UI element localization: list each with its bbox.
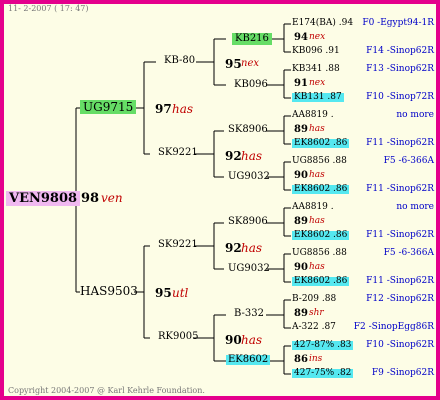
gen2-upper-sire[interactable]: KB-80 [164,56,195,66]
gen4-num-7: 86 [294,354,308,365]
gen3-a-num: 95 [225,57,242,71]
gen4-tag-1: nex [309,78,326,88]
gen3-b-sire[interactable]: SK8906 [228,125,268,135]
gen4-tag-7: ins [309,354,323,364]
gen4-num-4: 89 [294,216,308,227]
gen3-d-dam[interactable]: EK8602 [226,355,271,365]
gen4-dam-ref-1: F10 -Sinop72R [366,92,434,102]
gen4-sire-6[interactable]: B-209 .88 [292,295,336,304]
root-num: 98 [81,191,100,206]
pedigree-frame: 11- 2-2007 ( 17: 47) VEN9808 98 ven UG97… [0,0,440,400]
gen4-dam-ref-3: F11 -Sinop62R [366,184,434,194]
root-name[interactable]: VEN9808 [6,191,81,206]
gen2-lower-sire[interactable]: SK9221 [158,240,198,250]
gen3-b-dam[interactable]: UG9032 [228,172,270,182]
gen3-a-dam[interactable]: KB096 [234,80,268,90]
dam-name[interactable]: HAS9503 [80,285,138,297]
gen4-num-2: 89 [294,124,308,135]
gen4-dam-6[interactable]: A-322 .87 [292,323,336,332]
print-date: 11- 2-2007 ( 17: 47) [8,4,89,13]
gen3-b-num: 92 [225,149,242,163]
gen4-dam-0[interactable]: KB096 .91 [292,47,340,56]
gen3-d-tag: has [241,333,263,347]
gen4-dam-7[interactable]: 427-75% .82 [292,369,354,378]
gen4-sire-1[interactable]: KB341 .88 [292,65,340,74]
gen4-sire-ref-2: no more [396,110,434,120]
gen4-sire-7[interactable]: 427-87% .83 [292,341,354,350]
gen4-sire-ref-7: F10 -Sinop62R [366,340,434,350]
gen3-c-dam[interactable]: UG9032 [228,264,270,274]
gen3-c-tag: has [241,241,263,255]
gen4-sire-0[interactable]: E174(BA) .94 [292,19,353,28]
gen4-sire-2[interactable]: AA8819 . [292,111,334,120]
gen3-a-sire[interactable]: KB216 [232,33,272,45]
gen4-sire-ref-0: F0 -Egypt94-1R [362,18,434,28]
gen4-tag-4: has [309,216,325,226]
gen4-dam-2[interactable]: EK8602 .86 [292,139,350,148]
gen4-dam-1[interactable]: KB131 .87 [292,93,344,102]
gen2-lower-dam[interactable]: RK9005 [158,332,198,342]
gen4-tag-5: has [309,262,325,272]
gen4-sire-3[interactable]: UG8856 .88 [292,157,347,166]
gen4-sire-ref-4: no more [396,202,434,212]
gen4-num-6: 89 [294,308,308,319]
root-tag: ven [101,191,123,205]
gen2-upper-dam[interactable]: SK9221 [158,148,198,158]
gen2-upper-tag: has [172,102,194,116]
gen4-dam-ref-2: F11 -Sinop62R [366,138,434,148]
gen4-sire-5[interactable]: UG8856 .88 [292,249,347,258]
gen4-tag-0: nex [309,32,326,42]
gen4-num-1: 91 [294,78,308,89]
gen4-tag-2: has [309,124,325,134]
gen4-num-5: 90 [294,262,308,273]
gen4-dam-ref-7: F9 -Sinop62R [371,368,434,378]
tree-connectors [66,23,291,375]
gen4-dam-4[interactable]: EK8602 .86 [292,231,350,240]
gen2-lower-num: 95 [155,286,172,300]
gen3-d-num: 90 [225,333,242,347]
gen4-dam-ref-6: F2 -SinopEgg86R [353,322,434,332]
gen4-sire-ref-1: F13 -Sinop62R [366,64,434,74]
gen3-c-num: 92 [225,241,242,255]
gen4-dam-ref-0: F14 -Sinop62R [366,46,434,56]
gen3-c-sire[interactable]: SK8906 [228,217,268,227]
gen4-dam-3[interactable]: EK8602 .86 [292,185,350,194]
gen4-sire-4[interactable]: AA8819 . [292,203,334,212]
gen4-num-0: 94 [294,32,308,43]
gen2-upper-num: 97 [155,102,172,116]
sire-name[interactable]: UG9715 [80,100,137,114]
gen4-sire-ref-6: F12 -Sinop62R [366,294,434,304]
gen4-sire-ref-3: F5 -6-366A [383,156,434,166]
gen4-dam-5[interactable]: EK8602 .86 [292,277,350,286]
gen2-lower-tag: utl [172,286,189,300]
gen3-a-tag: nex [241,58,259,69]
gen4-tag-3: has [309,170,325,180]
gen4-sire-ref-5: F5 -6-366A [383,248,434,258]
gen3-d-sire[interactable]: B-332 [234,309,264,319]
gen4-tag-6: shr [309,308,324,318]
gen4-num-3: 90 [294,170,308,181]
copyright: Copyright 2004-2007 @ Karl Kehrle Founda… [8,386,205,395]
gen4-dam-ref-5: F11 -Sinop62R [366,276,434,286]
gen4-dam-ref-4: F11 -Sinop62R [366,230,434,240]
gen3-b-tag: has [241,149,263,163]
